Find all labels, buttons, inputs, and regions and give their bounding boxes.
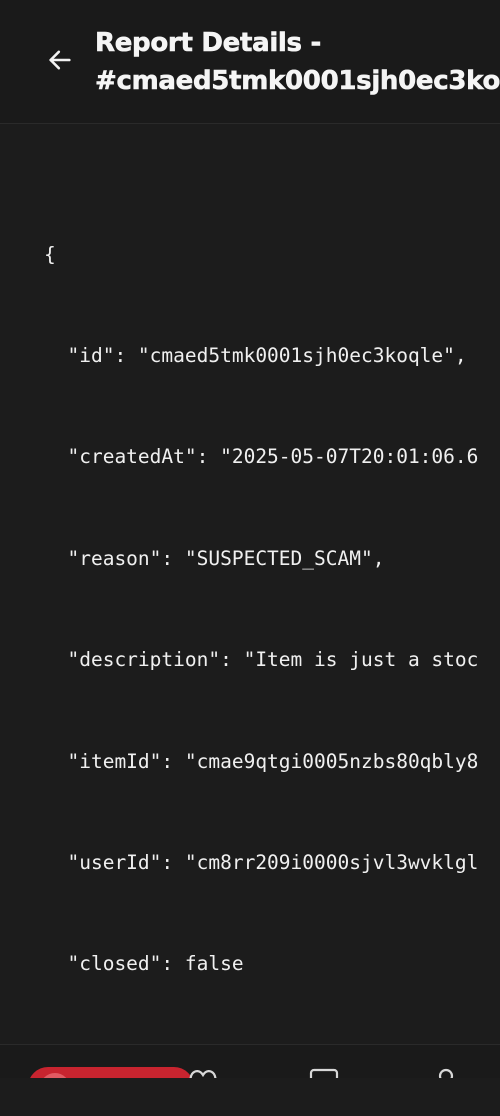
heart-icon[interactable] [186,1067,220,1078]
app-header: Report Details - #cmaed5tmk0001sjh0ec3ko… [0,0,500,124]
back-button[interactable] [38,38,82,82]
json-line-user-id: "userId": "cm8rr209i0000sjvl3wvklgl [44,850,479,874]
page-title: Report Details - #cmaed5tmk0001sjh0ec3ko… [95,24,500,100]
page-title-report-id: #cmaed5tmk0001sjh0ec3koqle [95,66,500,97]
chat-icon[interactable] [308,1067,340,1078]
json-line-description: "description": "Item is just a stoc [44,648,479,672]
json-line-created-at: "createdAt": "2025-05-07T20:01:06.6 [44,445,479,469]
page-title-line1: Report Details - [95,28,322,59]
json-line-item-id: "itemId": "cmae9qtgi0005nzbs80qbly8 [44,749,479,773]
profile-icon[interactable] [430,1067,462,1078]
json-line-id: "id": "cmaed5tmk0001sjh0ec3koqle", [44,343,467,367]
bottom-navigation [0,1044,500,1078]
json-line-closed: "closed": false [44,952,244,976]
json-line-reason: "reason": "SUSPECTED_SCAM", [44,546,385,570]
home-icon [40,1073,70,1078]
arrow-left-icon [49,50,71,70]
json-open-brace: { [44,242,56,266]
report-json-view: { "id": "cmaed5tmk0001sjh0ec3koqle", "cr… [44,170,500,1116]
nav-item-home[interactable] [28,1067,194,1078]
